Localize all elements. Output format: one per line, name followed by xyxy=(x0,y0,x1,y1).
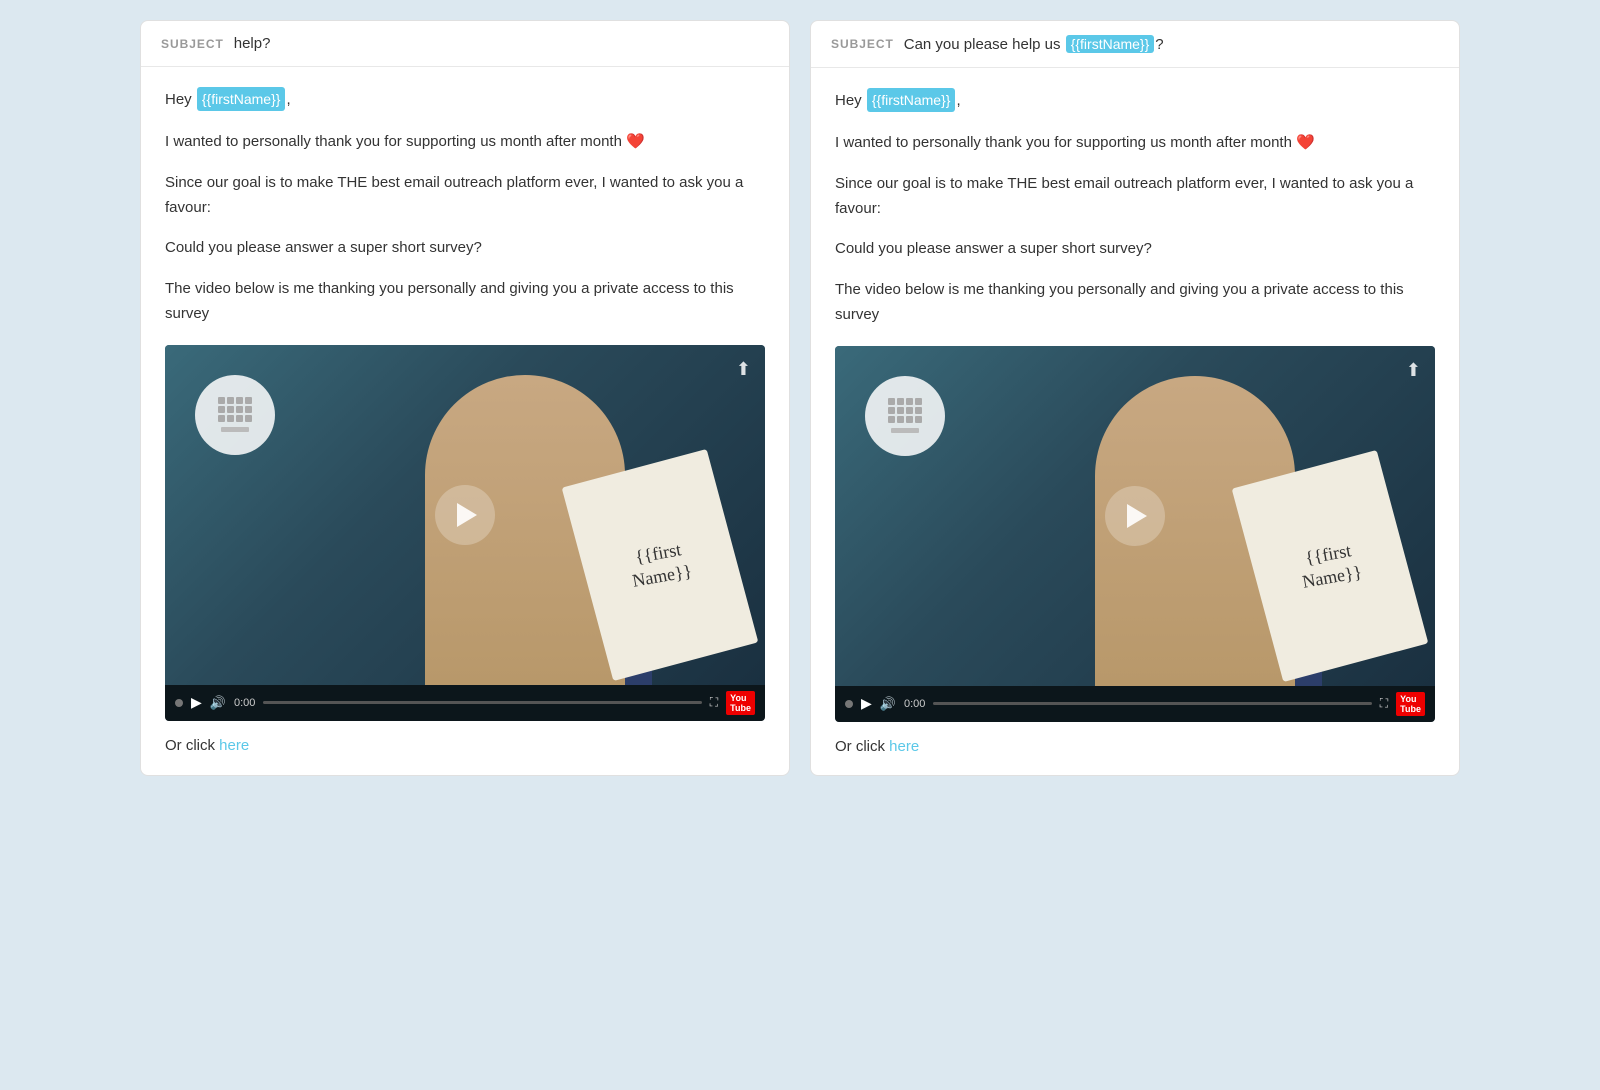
greeting-after-left: , xyxy=(286,91,290,108)
para4-left: The video below is me thanking you perso… xyxy=(165,277,765,327)
play-button-right[interactable] xyxy=(1105,486,1165,546)
cards-container: SUBJECT help? Hey {{firstName}}, I wante… xyxy=(140,20,1460,776)
heart-right: ❤️ xyxy=(1296,134,1315,151)
dot xyxy=(906,407,913,414)
play-button-left[interactable] xyxy=(435,485,495,545)
dot xyxy=(897,416,904,423)
heart-left: ❤️ xyxy=(626,133,645,150)
para3-right: Could you please answer a super short su… xyxy=(835,237,1435,262)
app-icon-right xyxy=(865,376,945,456)
dot xyxy=(906,398,913,405)
dot xyxy=(897,407,904,414)
share-icon-right[interactable]: ⬆ xyxy=(1406,360,1421,381)
dot xyxy=(888,398,895,405)
para1-right: I wanted to personally thank you for sup… xyxy=(835,131,1435,156)
email-card-right: SUBJECT Can you please help us {{firstNa… xyxy=(810,20,1460,776)
app-icon-bar-left xyxy=(221,427,249,432)
ctrl-dot-right xyxy=(845,700,853,708)
ctrl-progress-left[interactable] xyxy=(263,701,701,704)
app-icon-left xyxy=(195,375,275,455)
dot xyxy=(218,415,225,422)
subject-row-right: SUBJECT Can you please help us {{firstNa… xyxy=(811,21,1459,68)
subject-label-left: SUBJECT xyxy=(161,37,224,51)
click-here-link-left[interactable]: here xyxy=(219,737,249,754)
subject-text-right: Can you please help us {{firstName}}? xyxy=(904,35,1164,53)
dot xyxy=(245,415,252,422)
dot xyxy=(227,415,234,422)
share-icon-left[interactable]: ⬆ xyxy=(736,359,751,380)
card-body-left: Hey {{firstName}}, I wanted to personall… xyxy=(141,67,789,774)
play-triangle-left xyxy=(457,503,477,527)
dot xyxy=(227,406,234,413)
dot xyxy=(245,406,252,413)
paper-text-left: {{firstName}} xyxy=(626,536,693,593)
dot xyxy=(915,416,922,423)
video-controls-left: ▶ 🔊 0:00 ⛶ YouTube xyxy=(165,685,765,721)
dot xyxy=(888,407,895,414)
dot xyxy=(236,415,243,422)
ctrl-fullscreen-right[interactable]: ⛶ xyxy=(1380,696,1388,711)
para2-right: Since our goal is to make THE best email… xyxy=(835,172,1435,222)
dot xyxy=(236,397,243,404)
ctrl-volume-right[interactable]: 🔊 xyxy=(880,696,896,712)
dot xyxy=(888,416,895,423)
ctrl-play-left[interactable]: ▶ xyxy=(191,694,202,711)
video-container-left[interactable]: {{firstName}} xyxy=(165,345,765,721)
para2-left: Since our goal is to make THE best email… xyxy=(165,171,765,221)
greeting-right: Hey {{firstName}}, xyxy=(835,88,1435,113)
para3-left: Could you please answer a super short su… xyxy=(165,236,765,261)
app-icon-grid-left xyxy=(218,397,252,422)
video-controls-right: ▶ 🔊 0:00 ⛶ YouTube xyxy=(835,686,1435,722)
ctrl-play-right[interactable]: ▶ xyxy=(861,695,872,712)
para1-left: I wanted to personally thank you for sup… xyxy=(165,130,765,155)
click-link-right: Or click here xyxy=(835,738,1435,755)
app-icon-grid-right xyxy=(888,398,922,423)
dot xyxy=(897,398,904,405)
ctrl-fullscreen-left[interactable]: ⛶ xyxy=(710,695,718,710)
greeting-before-right: Hey xyxy=(835,92,866,109)
subject-text-left: help? xyxy=(234,35,271,52)
dot xyxy=(218,406,225,413)
dot xyxy=(915,398,922,405)
card-body-right: Hey {{firstName}}, I wanted to personall… xyxy=(811,68,1459,775)
subject-plain-left: help? xyxy=(234,35,271,52)
ctrl-progress-right[interactable] xyxy=(933,702,1371,705)
greeting-before-left: Hey xyxy=(165,91,196,108)
dot xyxy=(218,397,225,404)
dot xyxy=(906,416,913,423)
click-link-left: Or click here xyxy=(165,737,765,754)
firstname-tag-left: {{firstName}} xyxy=(197,87,286,111)
video-thumbnail-right: {{firstName}} xyxy=(835,346,1435,686)
ctrl-time-right: 0:00 xyxy=(904,698,925,710)
email-card-left: SUBJECT help? Hey {{firstName}}, I wante… xyxy=(140,20,790,776)
ctrl-dot-left xyxy=(175,699,183,707)
ctrl-youtube-left[interactable]: YouTube xyxy=(726,691,755,715)
ctrl-time-left: 0:00 xyxy=(234,697,255,709)
subject-before-right: Can you please help us xyxy=(904,36,1065,53)
dot xyxy=(227,397,234,404)
video-thumbnail-left: {{firstName}} xyxy=(165,345,765,685)
firstname-tag-right: {{firstName}} xyxy=(867,88,956,112)
greeting-left: Hey {{firstName}}, xyxy=(165,87,765,112)
subject-firstname-right: {{firstName}} xyxy=(1066,35,1155,53)
greeting-after-right: , xyxy=(956,92,960,109)
subject-after-right: ? xyxy=(1155,36,1163,53)
dot xyxy=(245,397,252,404)
app-icon-bar-right xyxy=(891,428,919,433)
video-container-right[interactable]: {{firstName}} xyxy=(835,346,1435,722)
para4-right: The video below is me thanking you perso… xyxy=(835,278,1435,328)
dot xyxy=(236,406,243,413)
subject-label-right: SUBJECT xyxy=(831,37,894,51)
ctrl-volume-left[interactable]: 🔊 xyxy=(210,695,226,711)
paper-text-right: {{firstName}} xyxy=(1296,537,1363,594)
subject-row-left: SUBJECT help? xyxy=(141,21,789,67)
dot xyxy=(915,407,922,414)
click-here-link-right[interactable]: here xyxy=(889,738,919,755)
ctrl-youtube-right[interactable]: YouTube xyxy=(1396,692,1425,716)
play-triangle-right xyxy=(1127,504,1147,528)
